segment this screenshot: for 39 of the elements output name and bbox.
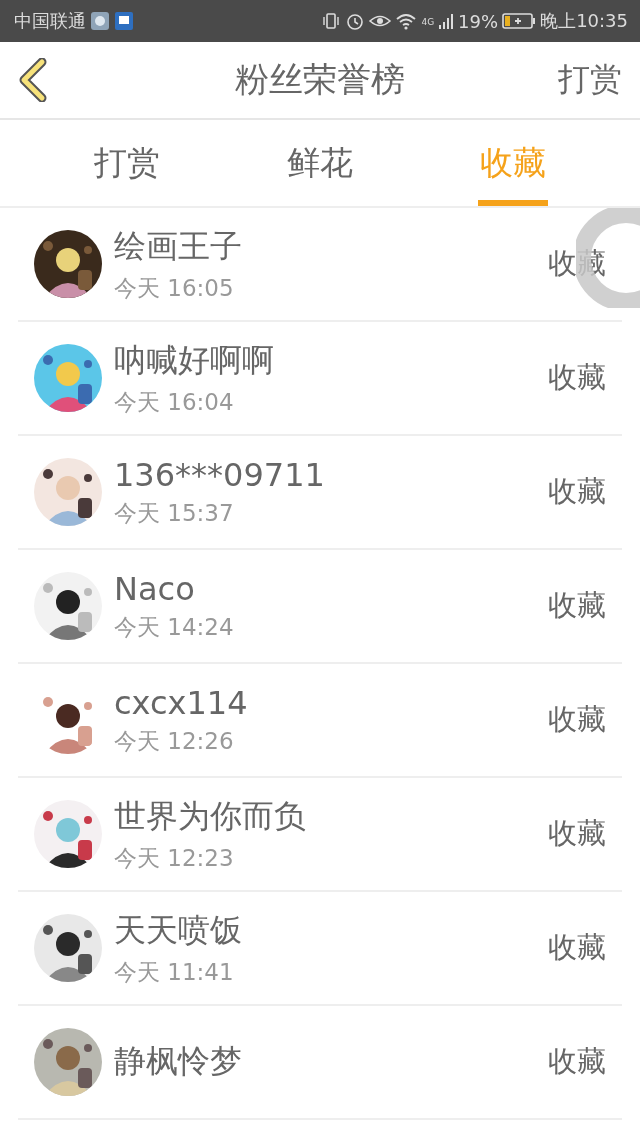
gift-type: 收藏 — [548, 359, 606, 396]
fan-name: 静枫怜梦 — [114, 1041, 243, 1082]
gift-type: 收藏 — [548, 473, 606, 510]
fan-time: 今天 14:24 — [114, 612, 235, 642]
battery-icon — [502, 12, 537, 30]
gift-type: 收藏 — [548, 929, 606, 966]
carrier-name: 中国联通 — [14, 9, 86, 33]
tab[interactable]: 打赏 — [91, 120, 162, 206]
fan-name: 世界为你而负 — [114, 795, 307, 837]
battery-percent: 19% — [458, 10, 499, 32]
vibrate-icon — [321, 11, 342, 31]
fan-time: 今天 16:05 — [114, 273, 235, 303]
gift-type: 收藏 — [548, 587, 606, 624]
alarm-icon — [345, 11, 366, 31]
network-type: 4G — [421, 17, 435, 27]
tab[interactable]: 鲜花 — [285, 120, 355, 206]
gift-type: 收藏 — [548, 701, 606, 738]
fan-time: 今天 11:41 — [114, 957, 235, 987]
fan-time: 今天 12:23 — [114, 843, 235, 873]
page-title: 粉丝荣誉榜 — [235, 58, 405, 101]
app-notification-icon — [114, 11, 134, 31]
reward-button[interactable]: 打赏 — [558, 58, 622, 102]
fan-name: 136***09711 — [114, 455, 326, 494]
floating-scroll-handle[interactable] — [576, 208, 640, 308]
fan-name: 呐喊好啊啊 — [114, 339, 275, 381]
gift-type: 收藏 — [548, 1043, 606, 1080]
app-notification-icon — [90, 11, 110, 31]
clock: 晚上10:35 — [540, 9, 628, 33]
fan-time: 今天 16:04 — [114, 387, 235, 417]
fan-name: 天天喷饭 — [114, 909, 243, 951]
wifi-icon — [395, 11, 418, 31]
signal-icon — [438, 11, 455, 31]
gift-type: 收藏 — [548, 815, 606, 852]
fan-name: Naco — [114, 569, 196, 608]
fan-name: cxcx114 — [114, 683, 249, 722]
fan-time: 今天 12:26 — [114, 726, 235, 756]
fan-name: 绘画王子 — [114, 225, 243, 267]
gift-type: 收藏 — [548, 245, 606, 282]
fan-time: 今天 15:37 — [114, 498, 235, 528]
